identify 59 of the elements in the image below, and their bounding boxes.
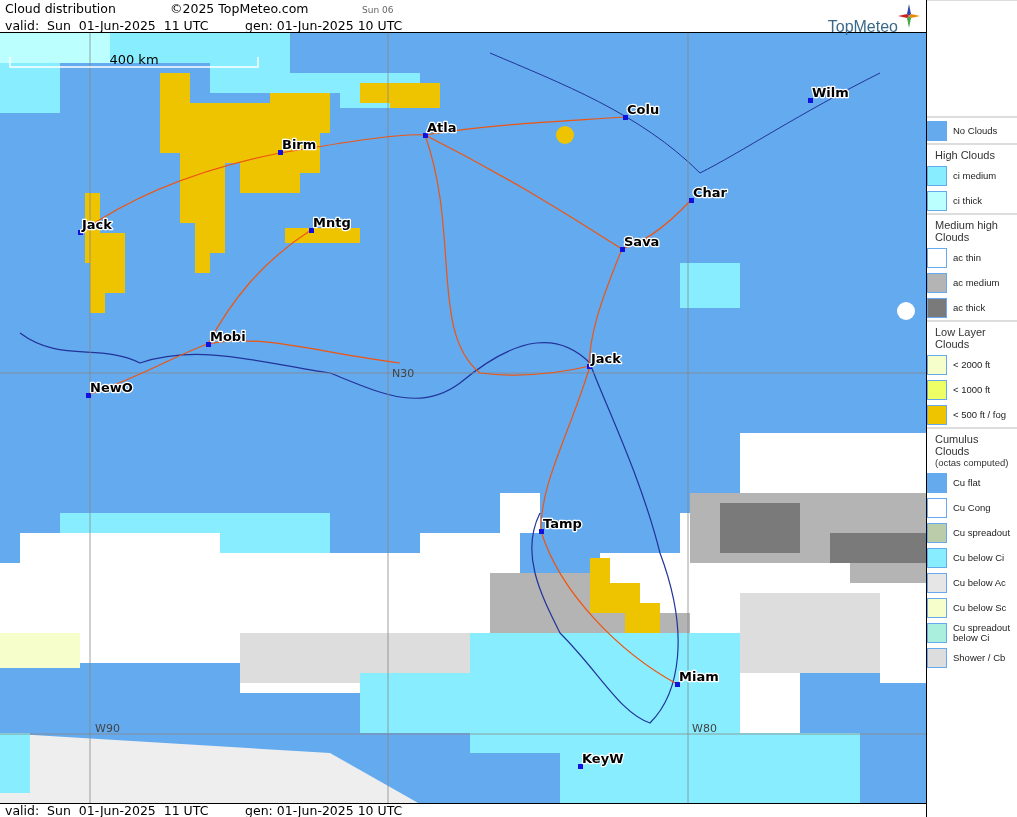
city-marker — [86, 393, 91, 398]
city-marker — [309, 228, 314, 233]
city-label: Char — [693, 185, 727, 200]
legend-label: ac medium — [953, 277, 1000, 288]
legend-label: < 2000 ft — [953, 359, 991, 370]
legend-label: Cu Cong — [953, 502, 991, 513]
city-marker — [539, 529, 544, 534]
city-marker — [623, 115, 628, 120]
logo-text: TopMeteo — [827, 18, 898, 36]
legend-label: Shower / Cb — [953, 652, 1006, 663]
grid-label: W80 — [692, 722, 717, 735]
city-label: Colu — [627, 102, 660, 117]
legend-label: Cu spreadout below Ci — [953, 622, 1012, 643]
generated-time: gen: 01-Jun-2025 10 UTC — [245, 18, 403, 33]
legend-label: No Clouds — [953, 125, 998, 136]
legend-label: Cu below Ac — [953, 577, 1006, 588]
day-label: Sun 06 — [362, 4, 394, 17]
grid-label: W90 — [95, 722, 120, 735]
legend-label: ci thick — [953, 195, 983, 206]
city-marker — [620, 247, 625, 252]
legend-heading: Low Layer Clouds — [935, 326, 987, 350]
legend-label: Cu below Ci — [953, 552, 1005, 563]
city-label: Wilm — [812, 85, 849, 100]
copyright-text: ©2025 TopMeteo.com — [170, 1, 310, 16]
city-marker — [578, 764, 583, 769]
map-title: Cloud distribution — [5, 1, 117, 16]
city-label: Atla — [427, 120, 457, 135]
legend-label: < 500 ft / fog — [953, 409, 1007, 420]
legend-heading: Cumulus Clouds — [935, 433, 980, 457]
city-marker — [423, 133, 428, 138]
city-label: Tamp — [543, 516, 582, 531]
city-label: Mobi — [210, 329, 246, 344]
city-label: Miam — [679, 669, 719, 684]
valid-time: valid: Sun 01-Jun-2025 11 UTC — [5, 18, 210, 33]
city-label: Mntg — [313, 215, 351, 230]
city-marker — [278, 150, 283, 155]
legend-label: ac thick — [953, 302, 986, 313]
compass-star-icon — [898, 4, 920, 28]
city-marker — [206, 342, 211, 347]
valid-time: valid: Sun 01-Jun-2025 11 UTC — [5, 804, 210, 817]
legend-label: Cu spreadout — [953, 527, 1011, 538]
legend-label: Cu flat — [953, 477, 981, 488]
city-marker — [689, 198, 694, 203]
city-marker — [587, 364, 592, 369]
legend-label: Cu below Sc — [953, 602, 1007, 613]
scale-label: 400 km — [109, 52, 159, 67]
city-marker — [808, 98, 813, 103]
legend-label: < 1000 ft — [953, 384, 991, 395]
city-marker — [78, 230, 83, 235]
city-label: Birm — [282, 137, 317, 152]
legend-heading: Medium high Clouds — [935, 219, 999, 243]
city-label: Jack — [591, 351, 621, 366]
generated-time: gen: 01-Jun-2025 10 UTC — [245, 804, 403, 817]
city-label: KeyW — [582, 751, 624, 766]
legend-label: ci medium — [953, 170, 997, 181]
grid-label: N30 — [392, 367, 415, 380]
legend-heading: High Clouds — [935, 149, 996, 161]
legend-note: (octas computed) — [935, 457, 1010, 468]
legend-label: ac thin — [953, 252, 981, 263]
